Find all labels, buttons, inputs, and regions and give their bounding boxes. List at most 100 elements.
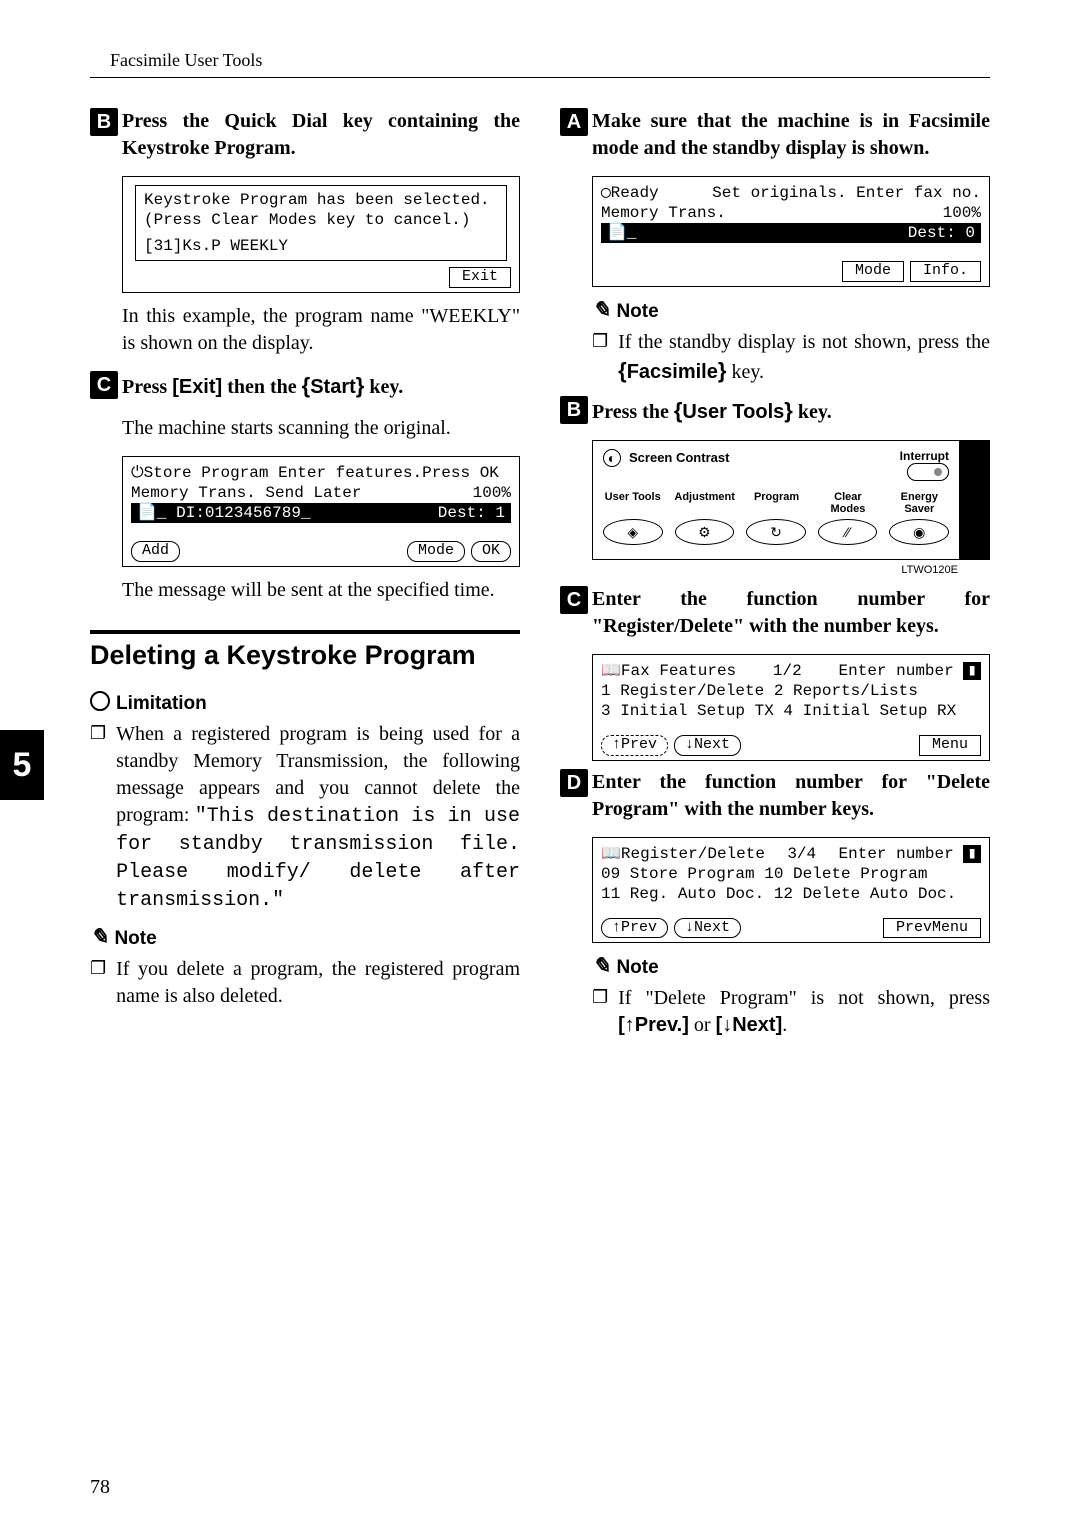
next-button[interactable]: ↓Next <box>674 735 741 756</box>
lcd-inner: Keystroke Program has been selected. (Pr… <box>135 185 507 261</box>
adjustment-knob[interactable]: ⚙ <box>675 519 735 545</box>
note-item: ❐ If you delete a program, the registere… <box>90 956 520 1010</box>
user-tools-key-label: User Tools <box>682 401 784 423</box>
lcd-line: Enter number <box>839 662 964 680</box>
lcd-line: 1 Register/Delete 2 Reports/Lists <box>601 681 981 701</box>
next-button[interactable]: ↓Next <box>674 918 741 939</box>
mode-button[interactable]: Mode <box>407 541 465 562</box>
text: If "Delete Program" is not shown, press <box>618 987 990 1009</box>
header-rule <box>90 77 990 78</box>
prev-menu-button[interactable]: PrevMenu <box>883 918 981 939</box>
start-key-label: Start <box>310 376 356 398</box>
mode-button[interactable]: Mode <box>842 261 904 282</box>
right-column: A Make sure that the machine is in Facsi… <box>560 108 990 1049</box>
info-button[interactable]: Info. <box>910 261 981 282</box>
text: key. <box>364 376 403 398</box>
lcd-line: Set originals. Enter fax no. <box>712 183 981 203</box>
menu-button[interactable]: Menu <box>919 735 981 756</box>
note-label: Note <box>90 924 520 950</box>
lcd-line: ◯Ready <box>601 183 659 203</box>
lcd-line: [31]Ks.P WEEKLY <box>144 236 498 256</box>
step-1: A Make sure that the machine is in Facsi… <box>560 108 990 162</box>
limitation-label: Limitation <box>90 691 520 715</box>
add-button[interactable]: Add <box>131 541 180 562</box>
interrupt-label: Interrupt <box>900 449 949 481</box>
step-text: Enter the function number for "Delete Pr… <box>592 769 990 823</box>
lcd-line: 11 Reg. Auto Doc. 12 Delete Auto Doc. <box>601 884 981 904</box>
lcd-line: 09 Store Program 10 Delete Program <box>601 864 981 884</box>
lcd-page: 1/2 <box>773 661 802 681</box>
lcd-line: 📖Register/Delete <box>601 844 765 864</box>
text: Press the <box>592 401 674 423</box>
cursor-icon: ▮ <box>963 845 981 863</box>
clear-modes-knob[interactable]: ⁄⁄ <box>818 519 878 545</box>
section-heading: Deleting a Keystroke Program <box>90 630 520 671</box>
bullet-icon: ❐ <box>592 329 608 386</box>
text: then the <box>222 376 301 398</box>
lcd-line: 📄_ <box>607 223 637 243</box>
panel-label: Adjustment <box>674 491 735 515</box>
lcd-line: Keystroke Program has been selected. <box>144 190 498 210</box>
facsimile-key-label: Facsimile <box>627 361 718 383</box>
contrast-icon: ◐ <box>603 449 621 467</box>
step-number-icon: B <box>560 396 588 424</box>
interrupt-button[interactable] <box>907 463 949 481</box>
bullet-icon: ❐ <box>592 985 608 1039</box>
step-2: B Press the Quick Dial key containing th… <box>90 108 520 162</box>
step-number-icon: B <box>90 108 118 136</box>
text: If you delete a program, the registered … <box>116 956 520 1010</box>
step-text: Enter the function number for "Register/… <box>592 586 990 640</box>
paragraph: The machine starts scanning the original… <box>122 415 520 442</box>
text: . <box>782 1014 787 1036</box>
step-number-icon: C <box>560 586 588 614</box>
prev-button[interactable]: ↑Prev <box>601 918 668 939</box>
lcd-line: ⏻Store Program Enter features.Press OK <box>131 463 511 483</box>
chapter-tab: 5 <box>0 730 44 800</box>
ok-button[interactable]: OK <box>471 541 511 562</box>
page-number: 78 <box>90 1476 110 1499</box>
step-number-icon: A <box>560 108 588 136</box>
panel-caption: LTWO120E <box>560 564 958 576</box>
note-item: ❐ If "Delete Program" is not shown, pres… <box>592 985 990 1039</box>
limitation-item: ❐ When a registered program is being use… <box>90 721 520 914</box>
step-2-text: Press the Quick Dial key containing the … <box>122 108 520 162</box>
step-4r: D Enter the function number for "Delete … <box>560 769 990 823</box>
lcd-line: 📄_ DI:0123456789_ <box>137 503 311 523</box>
paragraph: In this example, the program name "WEEKL… <box>122 303 520 357</box>
text: or <box>689 1014 716 1036</box>
panel-label: User Tools <box>603 491 662 515</box>
panel-label: Program <box>747 491 806 515</box>
lcd-value: 100% <box>943 203 981 223</box>
next-key-label: [↓Next] <box>716 1014 783 1036</box>
program-knob[interactable]: ↻ <box>746 519 806 545</box>
paragraph: The message will be sent at the specifie… <box>122 577 520 604</box>
exit-button[interactable]: Exit <box>449 267 511 288</box>
lcd-value: 100% <box>473 483 511 503</box>
user-tools-knob[interactable]: ◈ <box>603 519 663 545</box>
step-1-text: Make sure that the machine is in Facsimi… <box>592 108 990 162</box>
lcd-page: 3/4 <box>787 844 816 864</box>
panel-label: Energy Saver <box>890 491 949 515</box>
step-number-icon: C <box>90 371 118 399</box>
prev-key-label: [↑Prev.] <box>618 1014 689 1036</box>
note-label: Note <box>592 953 990 979</box>
lcd-line: Enter number <box>839 845 964 863</box>
control-panel-diagram: ◐ Screen Contrast Interrupt User Tools A… <box>592 440 990 560</box>
note-label: Note <box>592 297 990 323</box>
panel-label: Clear Modes <box>818 491 877 515</box>
lcd-line: 📖Fax Features <box>601 661 736 681</box>
page-header: Facsimile User Tools <box>110 50 990 71</box>
text: key. <box>726 361 764 383</box>
text: If the standby display is not shown, pre… <box>618 331 990 353</box>
lcd-fax-features: 📖Fax Features 1/2 Enter number ▮ 1 Regis… <box>592 654 990 761</box>
lcd-register-delete: 📖Register/Delete 3/4 Enter number ▮ 09 S… <box>592 837 990 944</box>
lcd-line: 3 Initial Setup TX 4 Initial Setup RX <box>601 701 981 721</box>
energy-saver-knob[interactable]: ◉ <box>889 519 949 545</box>
lcd-line: Memory Trans. Send Later <box>131 483 361 503</box>
prev-button[interactable]: ↑Prev <box>601 735 668 756</box>
step-3: C Press [Exit] then the {Start} key. <box>90 371 520 401</box>
exit-key-label: [Exit] <box>172 376 222 398</box>
lcd-line: (Press Clear Modes key to cancel.) <box>144 210 498 230</box>
lcd-keystroke-selected: Keystroke Program has been selected. (Pr… <box>122 176 520 293</box>
lcd-store-program: ⏻Store Program Enter features.Press OK M… <box>122 456 520 567</box>
